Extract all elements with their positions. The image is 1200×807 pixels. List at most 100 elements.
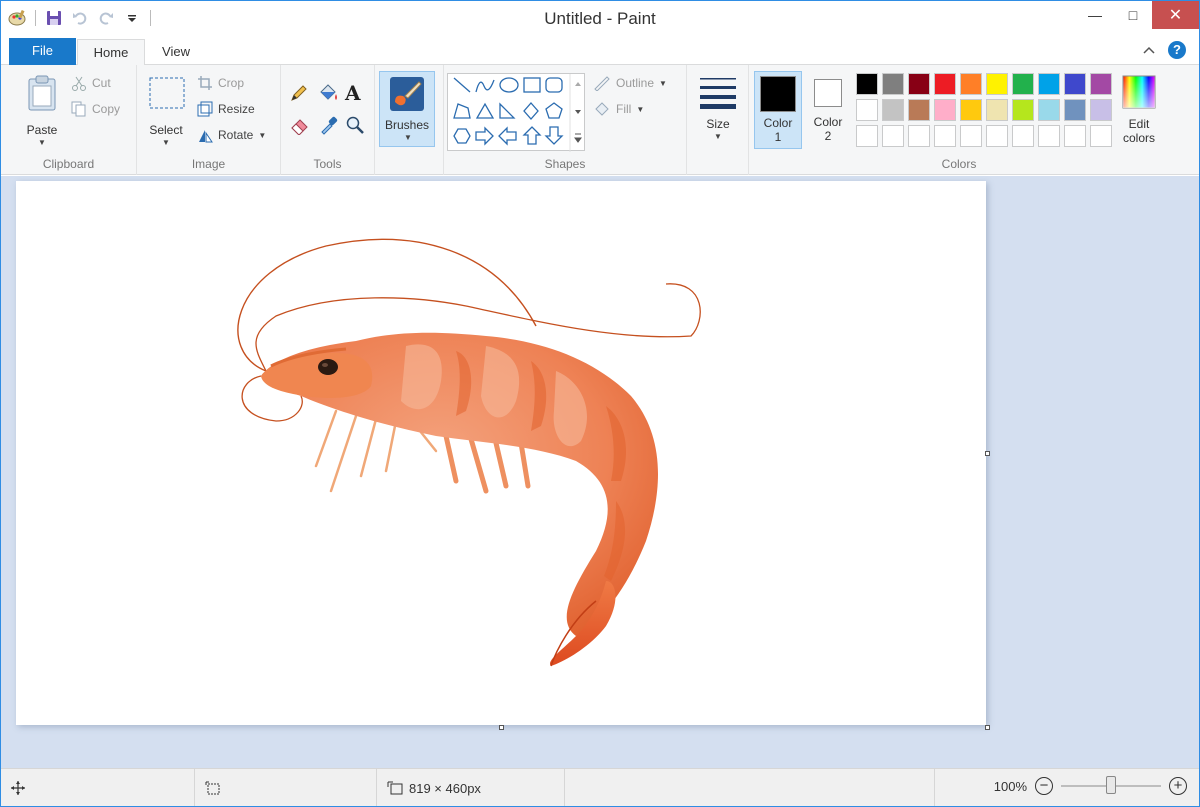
palette-swatch[interactable] [1090,73,1112,95]
minimize-button[interactable]: — [1076,1,1114,29]
resize-button[interactable]: Resize [197,101,255,117]
palette-swatch[interactable] [1012,125,1034,147]
window-buttons: — □ ✕ [1076,1,1199,29]
palette-swatch[interactable] [934,73,956,95]
color2-label: Color [813,115,843,129]
close-button[interactable]: ✕ [1152,1,1199,29]
color-picker-icon[interactable] [319,115,339,138]
fill-icon [595,102,609,116]
palette-swatch[interactable] [1012,73,1034,95]
palette-swatch[interactable] [882,99,904,121]
line-size-icon [700,78,736,109]
select-dropdown-icon: ▼ [162,138,170,147]
color2-swatch [814,79,842,107]
zoom-slider[interactable] [1061,776,1161,794]
selection-size-icon [205,781,220,795]
image-size: 819 × 460px [377,769,565,806]
resize-icon [197,101,213,117]
tab-view[interactable]: View [146,39,206,66]
size-button[interactable]: Size ▼ [693,71,743,151]
palette-swatch[interactable] [1038,125,1060,147]
zoom-control: 100% − + [994,776,1187,795]
pencil-icon[interactable] [289,83,309,106]
drawing-canvas[interactable] [16,181,986,725]
palette-swatch[interactable] [908,73,930,95]
palette-swatch[interactable] [1064,125,1086,147]
palette-swatch[interactable] [1038,99,1060,121]
help-icon[interactable]: ? [1168,41,1186,59]
shrimp-painting [237,238,701,667]
status-spacer [565,769,935,806]
palette-swatch[interactable] [1064,73,1086,95]
copy-label: Copy [92,102,121,116]
palette-swatch[interactable] [856,99,878,121]
palette-swatch[interactable] [960,99,982,121]
palette-swatch[interactable] [882,73,904,95]
outline-button[interactable]: Outline ▼ [593,75,667,91]
selection-size [195,769,377,806]
colors-group-label: Colors [941,157,977,171]
paste-dropdown-icon: ▼ [38,138,46,147]
eraser-icon[interactable] [289,115,311,138]
rotate-button[interactable]: Rotate ▼ [197,127,266,143]
fill-bucket-icon[interactable] [317,83,339,106]
palette-swatch[interactable] [1012,99,1034,121]
palette-swatch[interactable] [882,125,904,147]
image-group-label: Image [191,157,226,171]
brushes-dropdown-icon: ▼ [404,133,412,142]
resize-handle-bottom[interactable] [499,725,504,730]
palette-swatch[interactable] [1038,73,1060,95]
shapes-gallery-icons[interactable] [448,74,586,152]
magnifier-icon[interactable] [345,115,365,138]
clipboard-group: Paste ▼ Cut Copy Clipboard [1,65,137,175]
zoom-slider-thumb[interactable] [1106,776,1116,794]
clipboard-group-label: Clipboard [42,157,95,171]
rotate-dropdown-icon: ▼ [258,130,267,140]
palette-swatch[interactable] [986,73,1008,95]
tab-file[interactable]: File [9,38,76,65]
palette-swatch[interactable] [1064,99,1086,121]
palette-swatch[interactable] [1090,125,1112,147]
window-title: Untitled - Paint [544,9,656,28]
palette-swatch[interactable] [934,125,956,147]
color1-button[interactable]: Color 1 [754,71,802,149]
crop-button[interactable]: Crop [197,75,244,91]
palette-swatch[interactable] [986,99,1008,121]
select-button[interactable]: Select ▼ [143,71,189,151]
palette-swatch[interactable] [934,99,956,121]
palette-swatch[interactable] [960,125,982,147]
paste-button[interactable]: Paste ▼ [21,71,61,151]
size-dropdown-icon: ▼ [714,132,722,141]
palette-swatch[interactable] [908,125,930,147]
fill-button[interactable]: Fill ▼ [593,101,644,117]
copy-button[interactable]: Copy [71,101,120,117]
shapes-group-label: Shapes [544,157,586,171]
palette-swatch[interactable] [856,125,878,147]
palette-swatch[interactable] [908,99,930,121]
resize-handle-right[interactable] [985,451,990,456]
fill-label: Fill [616,102,632,116]
color2-button[interactable]: Color 2 [804,71,852,149]
rotate-label: Rotate [218,128,254,142]
tab-home[interactable]: Home [77,39,145,66]
zoom-out-button[interactable]: − [1035,777,1053,795]
edit-colors-button[interactable]: Edit colors [1117,71,1161,151]
select-icon [149,77,185,109]
brushes-button[interactable]: Brushes ▼ [379,71,435,147]
resize-handle-corner[interactable] [985,725,990,730]
tools-group: A Tools [281,65,375,175]
palette-swatch[interactable] [1090,99,1112,121]
crop-icon [198,76,212,90]
maximize-button[interactable]: □ [1114,1,1152,29]
cut-button[interactable]: Cut [71,75,111,91]
color1-label: Color [763,116,793,130]
palette-swatch[interactable] [960,73,982,95]
tools-group-label: Tools [313,157,342,171]
palette-swatch[interactable] [856,73,878,95]
zoom-in-button[interactable]: + [1169,777,1187,795]
palette-swatch[interactable] [986,125,1008,147]
collapse-ribbon-icon[interactable] [1143,41,1155,57]
workspace [1,176,1199,768]
text-tool-icon[interactable]: A [345,81,361,105]
crop-label: Crop [218,76,245,90]
